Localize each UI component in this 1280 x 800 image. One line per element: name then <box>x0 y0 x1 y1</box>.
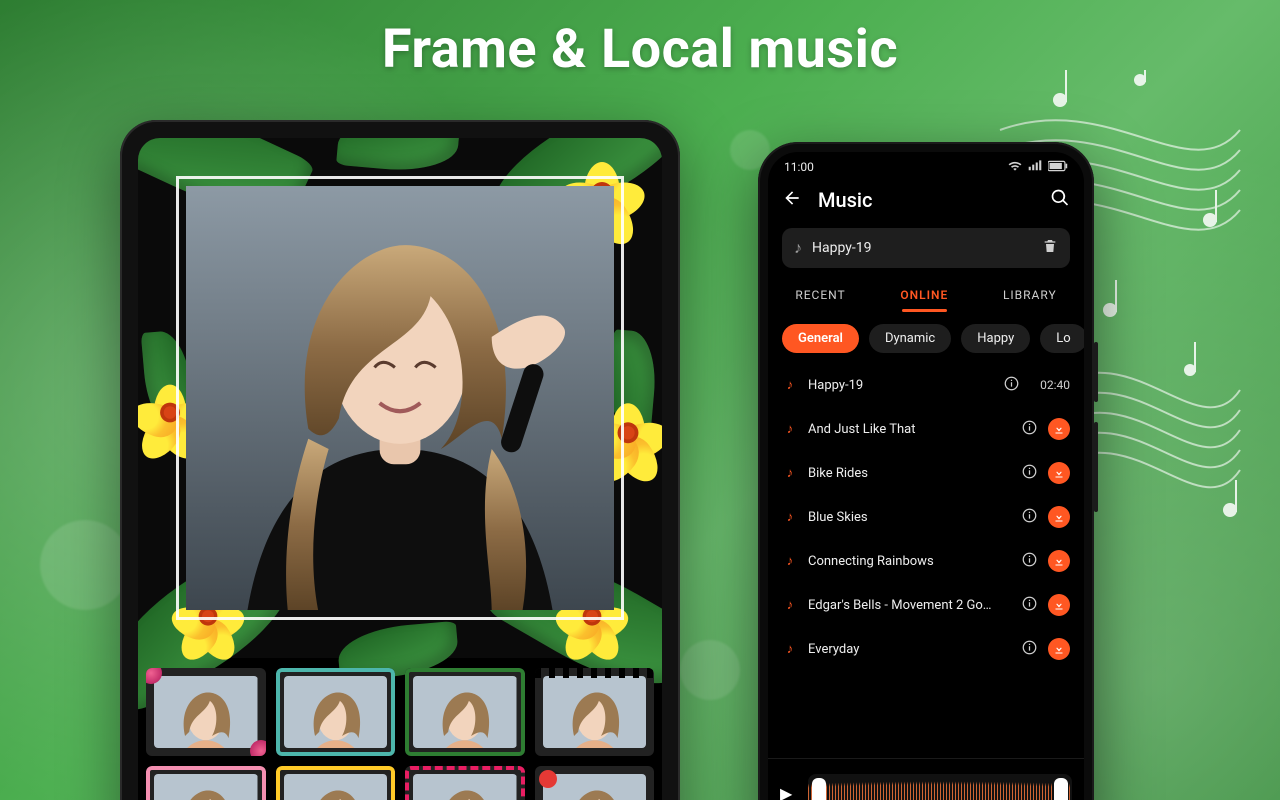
track-title: Happy-19 <box>808 378 992 393</box>
bokeh-dot <box>680 640 740 700</box>
trim-handle-left[interactable] <box>812 778 826 800</box>
track-title: Blue Skies <box>808 510 1010 525</box>
bokeh-dot <box>40 520 130 610</box>
back-icon[interactable] <box>782 188 804 212</box>
status-time: 11:00 <box>784 160 814 174</box>
music-note-icon: ♪ <box>782 553 798 569</box>
track-row[interactable]: ♪ Connecting Rainbows <box>782 539 1070 583</box>
music-note-icon: ♪ <box>782 465 798 481</box>
search-icon[interactable] <box>1048 188 1070 212</box>
delete-icon[interactable] <box>1042 238 1058 258</box>
current-track-bar: ♪ Happy-19 <box>782 228 1070 268</box>
info-icon[interactable] <box>1020 464 1038 483</box>
frame-thumbnail[interactable] <box>405 668 525 756</box>
trim-handle-right[interactable] <box>1054 778 1068 800</box>
frame-preview[interactable] <box>138 138 662 658</box>
download-icon[interactable] <box>1048 506 1070 528</box>
chip-general[interactable]: General <box>782 324 859 353</box>
music-note-icon: ♪ <box>782 641 798 657</box>
download-icon[interactable] <box>1048 550 1070 572</box>
frame-thumbnail[interactable] <box>405 766 525 800</box>
music-header: Music <box>768 182 1084 222</box>
track-title: Everyday <box>808 642 1010 657</box>
promo-stage: Frame & Local music <box>0 0 1280 800</box>
chip-dynamic[interactable]: Dynamic <box>869 324 951 353</box>
track-row[interactable]: ♪ Everyday <box>782 627 1070 671</box>
track-list: ♪ Happy-19 02:40 ♪ And Just Like That ♪ Bike R… <box>768 359 1084 758</box>
track-title: And Just Like That <box>808 422 1010 437</box>
audio-trimmer: ▶ <box>768 758 1084 800</box>
phone-screen: 11:00 Music <box>768 152 1084 800</box>
track-row[interactable]: ♪ Bike Rides <box>782 451 1070 495</box>
tab-online[interactable]: ONLINE <box>896 282 952 312</box>
track-row[interactable]: ♪ Happy-19 02:40 <box>782 363 1070 407</box>
music-source-tabs: RECENT ONLINE LIBRARY <box>768 278 1084 312</box>
header-title: Music <box>818 188 1034 212</box>
phone-device-frame: 11:00 Music <box>758 142 1094 800</box>
current-track-name: Happy-19 <box>812 240 1032 256</box>
status-indicators <box>1008 160 1068 175</box>
phone-side-button <box>1094 342 1098 402</box>
chip-lo[interactable]: Lo <box>1040 324 1084 353</box>
chip-happy[interactable]: Happy <box>961 324 1030 353</box>
frame-thumbnail[interactable] <box>276 668 396 756</box>
track-duration: 02:40 <box>1030 378 1070 392</box>
download-icon[interactable] <box>1048 462 1070 484</box>
info-icon[interactable] <box>1020 420 1038 439</box>
track-title: Edgar's Bells - Movement 2 Go… <box>808 598 1010 613</box>
phone-side-button <box>1094 422 1098 512</box>
music-note-icon: ♪ <box>794 238 802 258</box>
track-title: Bike Rides <box>808 466 1010 481</box>
track-row[interactable]: ♪ Blue Skies <box>782 495 1070 539</box>
tab-library[interactable]: LIBRARY <box>999 282 1061 312</box>
info-icon[interactable] <box>1020 508 1038 527</box>
category-chips: General Dynamic Happy Lo <box>768 312 1084 359</box>
status-bar: 11:00 <box>768 152 1084 182</box>
music-note-icon: ♪ <box>782 509 798 525</box>
info-icon[interactable] <box>1020 596 1038 615</box>
download-icon[interactable] <box>1048 594 1070 616</box>
frame-thumbnail[interactable] <box>146 766 266 800</box>
info-icon[interactable] <box>1020 640 1038 659</box>
track-row[interactable]: ♪ Edgar's Bells - Movement 2 Go… <box>782 583 1070 627</box>
download-icon[interactable] <box>1048 638 1070 660</box>
tablet-device-frame <box>120 120 680 800</box>
wifi-icon <box>1008 160 1022 175</box>
signal-icon <box>1028 160 1042 175</box>
play-icon[interactable]: ▶ <box>780 784 798 800</box>
frame-thumbnail[interactable] <box>276 766 396 800</box>
info-icon[interactable] <box>1002 376 1020 395</box>
music-note-icon: ♪ <box>782 377 798 393</box>
frame-thumbnail[interactable] <box>146 668 266 756</box>
info-icon[interactable] <box>1020 552 1038 571</box>
battery-icon <box>1048 160 1068 175</box>
track-title: Connecting Rainbows <box>808 554 1010 569</box>
tab-recent[interactable]: RECENT <box>791 282 849 312</box>
track-row[interactable]: ♪ And Just Like That <box>782 407 1070 451</box>
waveform[interactable] <box>808 774 1072 800</box>
download-icon[interactable] <box>1048 418 1070 440</box>
tablet-screen <box>138 138 662 800</box>
music-note-icon: ♪ <box>782 597 798 613</box>
frame-thumbnail[interactable] <box>535 766 655 800</box>
frame-thumbnail[interactable] <box>535 668 655 756</box>
frame-thumbnails-grid <box>138 658 662 800</box>
music-note-icon: ♪ <box>782 421 798 437</box>
framed-photo <box>186 186 614 610</box>
